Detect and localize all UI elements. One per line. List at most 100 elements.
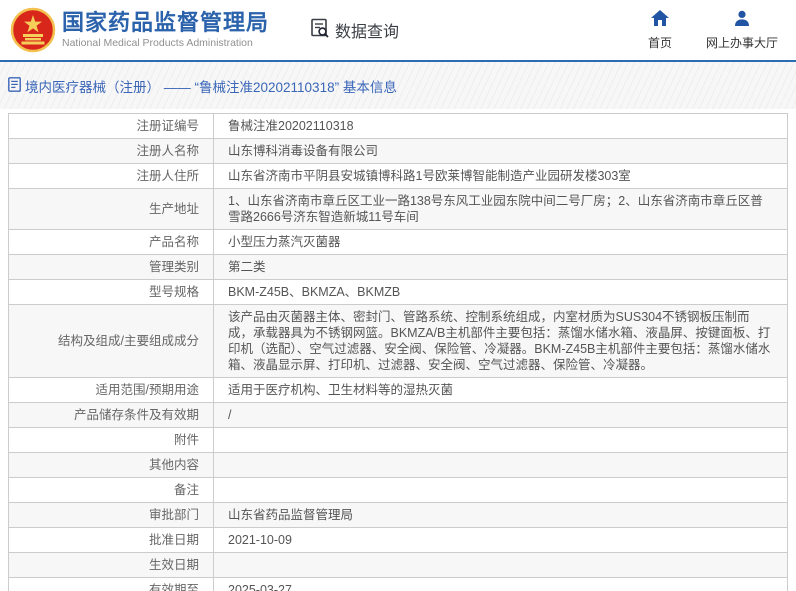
row-value (214, 478, 788, 503)
nav-online-hall-label: 网上办事大厅 (706, 34, 778, 51)
row-label-text: 产品名称 (149, 235, 199, 249)
table-row: 生效日期 (9, 553, 788, 578)
table-row: 有效期至 2025-03-27 (9, 578, 788, 591)
table-row: 审批部门 山东省药品监督管理局 (9, 503, 788, 528)
row-label-text: 其他内容 (149, 458, 199, 472)
table-row: 管理类别 第二类 (9, 255, 788, 280)
row-value: 小型压力蒸汽灭菌器 (214, 230, 788, 255)
row-value: 鲁械注准20202110318 (214, 114, 788, 139)
row-value (214, 553, 788, 578)
row-label: 审批部门 (9, 503, 214, 528)
row-label: 生产地址 (9, 189, 214, 230)
nav-home-label: 首页 (648, 34, 672, 51)
row-label: 产品储存条件及有效期 (9, 403, 214, 428)
row-value-text: 鲁械注准20202110318 (228, 119, 354, 133)
row-label-text: 审批部门 (149, 508, 199, 522)
table-row: 产品名称 小型压力蒸汽灭菌器 (9, 230, 788, 255)
row-value: 山东省药品监督管理局 (214, 503, 788, 528)
row-value: / (214, 403, 788, 428)
row-value: 1、山东省济南市章丘区工业一路138号东风工业园东院中间二号厂房；2、山东省济南… (214, 189, 788, 230)
nav-home[interactable]: 首页 (648, 10, 672, 51)
row-label: 型号规格 (9, 280, 214, 305)
org-titles: 国家药品监督管理局 National Medical Products Admi… (62, 11, 269, 49)
document-search-icon (309, 17, 331, 44)
row-value-text: 山东省药品监督管理局 (228, 508, 353, 522)
table-row: 型号规格 BKM-Z45B、BKMZA、BKMZB (9, 280, 788, 305)
row-value-text: 山东省济南市平阴县安城镇博科路1号欧莱博智能制造产业园研发楼303室 (228, 169, 631, 183)
row-value-text: 小型压力蒸汽灭菌器 (228, 235, 341, 249)
table-row: 批准日期 2021-10-09 (9, 528, 788, 553)
row-value: 该产品由灭菌器主体、密封门、管路系统、控制系统组成，内室材质为SUS304不锈钢… (214, 305, 788, 378)
row-label-text: 生产地址 (149, 202, 199, 216)
row-label-text: 批准日期 (149, 533, 199, 547)
row-label: 结构及组成/主要组成成分 (9, 305, 214, 378)
row-label-text: 注册人住所 (136, 169, 199, 183)
row-label: 注册人住所 (9, 164, 214, 189)
row-value-text: 1、山东省济南市章丘区工业一路138号东风工业园东院中间二号厂房；2、山东省济南… (228, 194, 763, 224)
row-label: 产品名称 (9, 230, 214, 255)
row-label-text: 注册证编号 (136, 119, 199, 133)
row-value-text: 该产品由灭菌器主体、密封门、管路系统、控制系统组成，内室材质为SUS304不锈钢… (228, 310, 770, 372)
row-label-text: 注册人名称 (136, 144, 199, 158)
row-label: 其他内容 (9, 453, 214, 478)
row-value-text: BKM-Z45B、BKMZA、BKMZB (228, 285, 400, 299)
section-title: 数据查询 (335, 18, 399, 42)
table-row: 结构及组成/主要组成成分 该产品由灭菌器主体、密封门、管路系统、控制系统组成，内室… (9, 305, 788, 378)
row-label: 有效期至 (9, 578, 214, 591)
row-label: 适用范围/预期用途 (9, 378, 214, 403)
row-label-text: 管理类别 (149, 260, 199, 274)
row-value: 山东博科消毒设备有限公司 (214, 139, 788, 164)
row-value (214, 428, 788, 453)
row-value (214, 453, 788, 478)
row-value-text: 适用于医疗机构、卫生材料等的湿热灭菌 (228, 383, 453, 397)
data-query-section: 数据查询 (309, 17, 399, 44)
row-label-text: 适用范围/预期用途 (96, 383, 199, 397)
row-value: 2021-10-09 (214, 528, 788, 553)
row-value-text: 第二类 (228, 260, 266, 274)
page-header: 国家药品监督管理局 National Medical Products Admi… (0, 0, 796, 62)
row-label: 批准日期 (9, 528, 214, 553)
row-value: 第二类 (214, 255, 788, 280)
row-value-text: 2025-03-27 (228, 583, 292, 591)
row-value-text: / (228, 408, 231, 422)
row-label: 管理类别 (9, 255, 214, 280)
breadcrumb: 境内医疗器械（注册） —— “鲁械注准20202110318” 基本信息 (8, 76, 397, 96)
row-value-text: 2021-10-09 (228, 533, 292, 547)
row-value-text: 山东博科消毒设备有限公司 (228, 144, 378, 158)
table-row: 产品储存条件及有效期 / (9, 403, 788, 428)
row-label-text: 产品储存条件及有效期 (74, 408, 199, 422)
row-value: 适用于医疗机构、卫生材料等的湿热灭菌 (214, 378, 788, 403)
row-label: 注册人名称 (9, 139, 214, 164)
home-icon (651, 10, 669, 31)
document-icon (8, 77, 21, 95)
row-label: 附件 (9, 428, 214, 453)
table-row: 附件 (9, 428, 788, 453)
row-value: 2025-03-27 (214, 578, 788, 591)
row-value: BKM-Z45B、BKMZA、BKMZB (214, 280, 788, 305)
row-label: 注册证编号 (9, 114, 214, 139)
breadcrumb-bar: 境内医疗器械（注册） —— “鲁械注准20202110318” 基本信息 (0, 62, 796, 109)
row-label-text: 有效期至 (149, 583, 199, 591)
table-row: 生产地址 1、山东省济南市章丘区工业一路138号东风工业园东院中间二号厂房；2、山… (9, 189, 788, 230)
table-row: 注册人住所 山东省济南市平阴县安城镇博科路1号欧莱博智能制造产业园研发楼303室 (9, 164, 788, 189)
table-row: 备注 (9, 478, 788, 503)
top-nav: 首页 网上办事大厅 (648, 10, 778, 51)
nav-online-hall[interactable]: 网上办事大厅 (706, 10, 778, 51)
row-label: 生效日期 (9, 553, 214, 578)
row-value: 山东省济南市平阴县安城镇博科路1号欧莱博智能制造产业园研发楼303室 (214, 164, 788, 189)
org-name-en: National Medical Products Administration (62, 37, 269, 49)
row-label-text: 结构及组成/主要组成成分 (58, 334, 199, 348)
table-row: 注册人名称 山东博科消毒设备有限公司 (9, 139, 788, 164)
org-name-cn: 国家药品监督管理局 (62, 11, 269, 35)
row-label-text: 型号规格 (149, 285, 199, 299)
row-label-text: 生效日期 (149, 558, 199, 572)
nmpa-emblem-logo (10, 7, 56, 53)
row-label: 备注 (9, 478, 214, 503)
registration-info-panel: 注册证编号鲁械注准20202110318注册人名称山东博科消毒设备有限公司注册人… (0, 109, 796, 591)
row-label-text: 附件 (174, 433, 199, 447)
table-row: 注册证编号 鲁械注准20202110318 (9, 114, 788, 139)
breadcrumb-text: 境内医疗器械（注册） —— “鲁械注准20202110318” 基本信息 (25, 76, 397, 96)
table-row: 其他内容 (9, 453, 788, 478)
table-row: 适用范围/预期用途 适用于医疗机构、卫生材料等的湿热灭菌 (9, 378, 788, 403)
row-label-text: 备注 (174, 483, 199, 497)
